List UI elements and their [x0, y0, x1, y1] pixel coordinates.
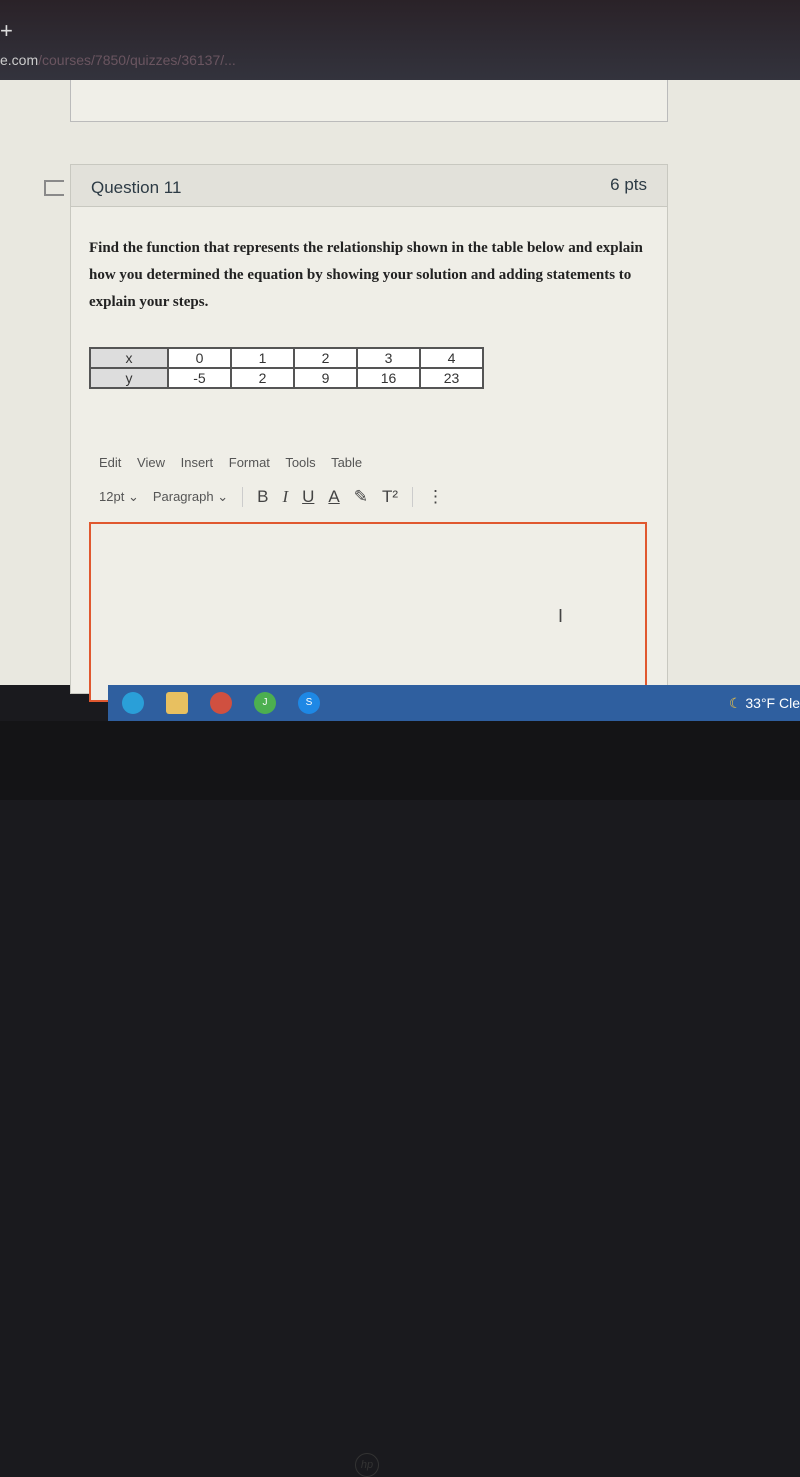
table-cell: -5: [167, 367, 232, 389]
text-color-button[interactable]: A: [328, 487, 339, 507]
superscript-button[interactable]: T²: [382, 487, 398, 507]
menu-edit[interactable]: Edit: [99, 455, 121, 470]
table-cell: 2: [293, 347, 358, 369]
table-cell: 3: [356, 347, 421, 369]
chrome-profile-s-icon[interactable]: S: [298, 692, 320, 714]
new-tab-button[interactable]: +: [0, 18, 13, 44]
editor-toolbar: 12pt ⌄ Paragraph ⌄ B I U A ✎ T² ⋮: [99, 487, 549, 507]
divider: [242, 487, 244, 507]
table-cell: 0: [167, 347, 232, 369]
question-prompt: Find the function that represents the re…: [89, 240, 643, 310]
block-format-value: Paragraph: [152, 489, 214, 504]
table-cell: 4: [419, 347, 484, 369]
function-table: x 0 1 2 3 4 y -5 2 9 16 23: [89, 347, 484, 389]
question-header: Question 11 6 pts: [71, 165, 667, 207]
table-cell: x: [89, 347, 169, 369]
menu-tools[interactable]: Tools: [285, 455, 315, 470]
laptop-bezel: hp: [0, 721, 800, 1477]
divider: [412, 487, 414, 507]
table-row: y -5 2 9 16 23: [89, 367, 484, 389]
editor-menubar: Edit View Insert Format Tools Table: [99, 455, 374, 470]
table-cell: 23: [419, 367, 484, 389]
table-cell: 16: [356, 367, 421, 389]
flag-question-icon[interactable]: [44, 180, 64, 196]
font-size-value: 12pt: [99, 489, 125, 504]
table-row: x 0 1 2 3 4: [89, 347, 484, 369]
taskbar: J S ☾ 33°F Cle: [108, 685, 800, 721]
chrome-profile-j-icon[interactable]: J: [254, 692, 276, 714]
chevron-down-icon: ⌄: [217, 489, 229, 504]
block-format-select[interactable]: Paragraph ⌄: [153, 489, 228, 505]
weather-widget[interactable]: ☾ 33°F Cle: [729, 695, 800, 712]
highlight-icon[interactable]: ✎: [354, 487, 368, 507]
edge-icon[interactable]: [122, 692, 144, 714]
snipping-tool-icon[interactable]: [210, 692, 232, 714]
chevron-down-icon: ⌄: [127, 489, 139, 504]
question-points: 6 pts: [610, 175, 647, 194]
menu-table[interactable]: Table: [331, 455, 362, 470]
menu-format[interactable]: Format: [229, 455, 270, 470]
table-cell: y: [89, 367, 169, 389]
menu-insert[interactable]: Insert: [181, 455, 214, 470]
address-bar[interactable]: e.com/courses/7850/quizzes/36137/...: [0, 52, 236, 68]
text-cursor-icon: I: [558, 606, 564, 626]
bold-button[interactable]: B: [257, 487, 268, 507]
url-path: /courses/7850/quizzes/36137/...: [38, 52, 236, 68]
table-cell: 2: [230, 367, 295, 389]
question-card: Question 11 6 pts Find the function that…: [70, 164, 668, 702]
moon-icon: ☾: [728, 695, 742, 711]
url-domain: e.com: [0, 52, 39, 68]
hp-logo: hp: [355, 1453, 379, 1477]
quiz-page: Question 11 6 pts Find the function that…: [0, 80, 800, 702]
italic-button[interactable]: I: [282, 487, 288, 507]
more-options-button[interactable]: ⋮: [427, 487, 444, 507]
weather-text: 33°F Cle: [745, 695, 800, 711]
table-cell: 9: [293, 367, 358, 389]
question-title: Question 11: [91, 178, 182, 197]
previous-question-box: [70, 80, 668, 122]
underline-button[interactable]: U: [302, 487, 314, 507]
table-cell: 1: [230, 347, 295, 369]
menu-view[interactable]: View: [137, 455, 165, 470]
browser-bar: + e.com/courses/7850/quizzes/36137/...: [0, 0, 800, 80]
answer-editor[interactable]: [89, 522, 647, 702]
file-explorer-icon[interactable]: [166, 692, 188, 714]
font-size-select[interactable]: 12pt ⌄: [99, 489, 139, 505]
